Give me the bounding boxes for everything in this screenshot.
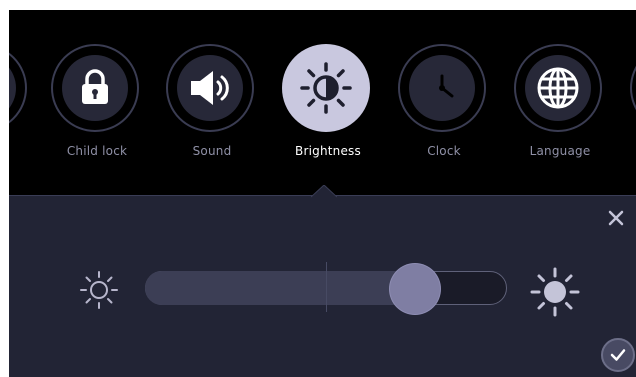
globe-icon bbox=[537, 67, 579, 109]
menu-item-label: Language bbox=[529, 144, 591, 158]
menu-item-circle bbox=[398, 44, 486, 132]
padlock-icon bbox=[82, 69, 108, 104]
menu-item-sound[interactable]: Sound bbox=[164, 44, 260, 174]
menu-item-label: Sound bbox=[192, 144, 232, 158]
menu-item-language[interactable]: Language bbox=[512, 44, 608, 174]
menu-item-child-lock[interactable]: Child lock bbox=[49, 44, 145, 174]
speaker-icon bbox=[191, 71, 229, 105]
checkmark-icon bbox=[610, 349, 626, 361]
menu-item-inner bbox=[62, 55, 128, 121]
settings-screen: Child lock Sound Brightness Clock Langua… bbox=[9, 10, 636, 377]
brightness-slider-fill bbox=[145, 271, 415, 305]
settings-menu: Child lock Sound Brightness Clock Langua… bbox=[9, 10, 636, 195]
menu-item-clock[interactable]: Clock bbox=[396, 44, 492, 174]
menu-item-circle bbox=[282, 44, 370, 132]
menu-item-label: Brightness bbox=[295, 144, 361, 158]
menu-item-circle bbox=[630, 44, 636, 132]
menu-item-brightness[interactable]: Brightness bbox=[280, 44, 376, 174]
brightness-high-icon bbox=[530, 267, 580, 317]
menu-item-inner bbox=[177, 55, 243, 121]
clock-icon bbox=[439, 74, 454, 98]
brightness-icon bbox=[300, 62, 352, 114]
brightness-slider-thumb[interactable] bbox=[389, 264, 440, 314]
menu-item-circle bbox=[166, 44, 254, 132]
menu-item-circle bbox=[51, 44, 139, 132]
brightness-panel bbox=[9, 185, 636, 377]
panel-pointer bbox=[311, 185, 337, 198]
close-icon bbox=[608, 210, 624, 226]
close-button[interactable] bbox=[606, 208, 626, 228]
menu-item-inner bbox=[9, 55, 16, 121]
slider-center-marker bbox=[326, 262, 327, 312]
menu-item-partial-right[interactable] bbox=[628, 44, 636, 174]
menu-item-circle bbox=[514, 44, 602, 132]
menu-item-inner bbox=[525, 55, 591, 121]
menu-item-label: Child lock bbox=[66, 144, 128, 158]
brightness-low-icon bbox=[80, 271, 118, 309]
confirm-button[interactable] bbox=[601, 338, 635, 372]
menu-item-circle bbox=[9, 44, 27, 132]
menu-item-inner bbox=[409, 55, 475, 121]
menu-item-label: Clock bbox=[427, 144, 461, 158]
menu-item-partial-left[interactable] bbox=[9, 44, 33, 174]
menu-item-inner bbox=[293, 55, 359, 121]
